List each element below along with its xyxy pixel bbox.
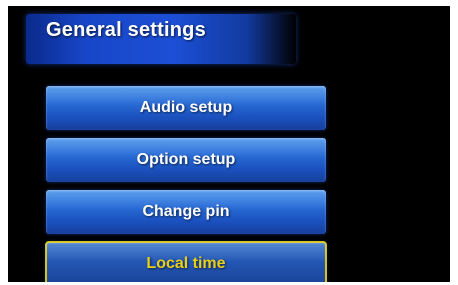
menu-item-label: Option setup — [136, 151, 236, 168]
settings-menu: Audio setup Option setup Change pin Loca… — [45, 86, 327, 282]
menu-item-label: Local time — [146, 255, 226, 272]
page-title: General settings — [46, 19, 206, 41]
menu-item-local-time[interactable]: Local time — [45, 241, 327, 282]
menu-item-audio-setup[interactable]: Audio setup — [46, 86, 326, 130]
menu-item-option-setup[interactable]: Option setup — [46, 138, 326, 182]
menu-item-label: Change pin — [142, 203, 230, 220]
menu-item-change-pin[interactable]: Change pin — [46, 190, 326, 234]
tv-settings-screen: General settings Audio setup Option setu… — [8, 6, 450, 282]
menu-item-label: Audio setup — [139, 99, 233, 116]
